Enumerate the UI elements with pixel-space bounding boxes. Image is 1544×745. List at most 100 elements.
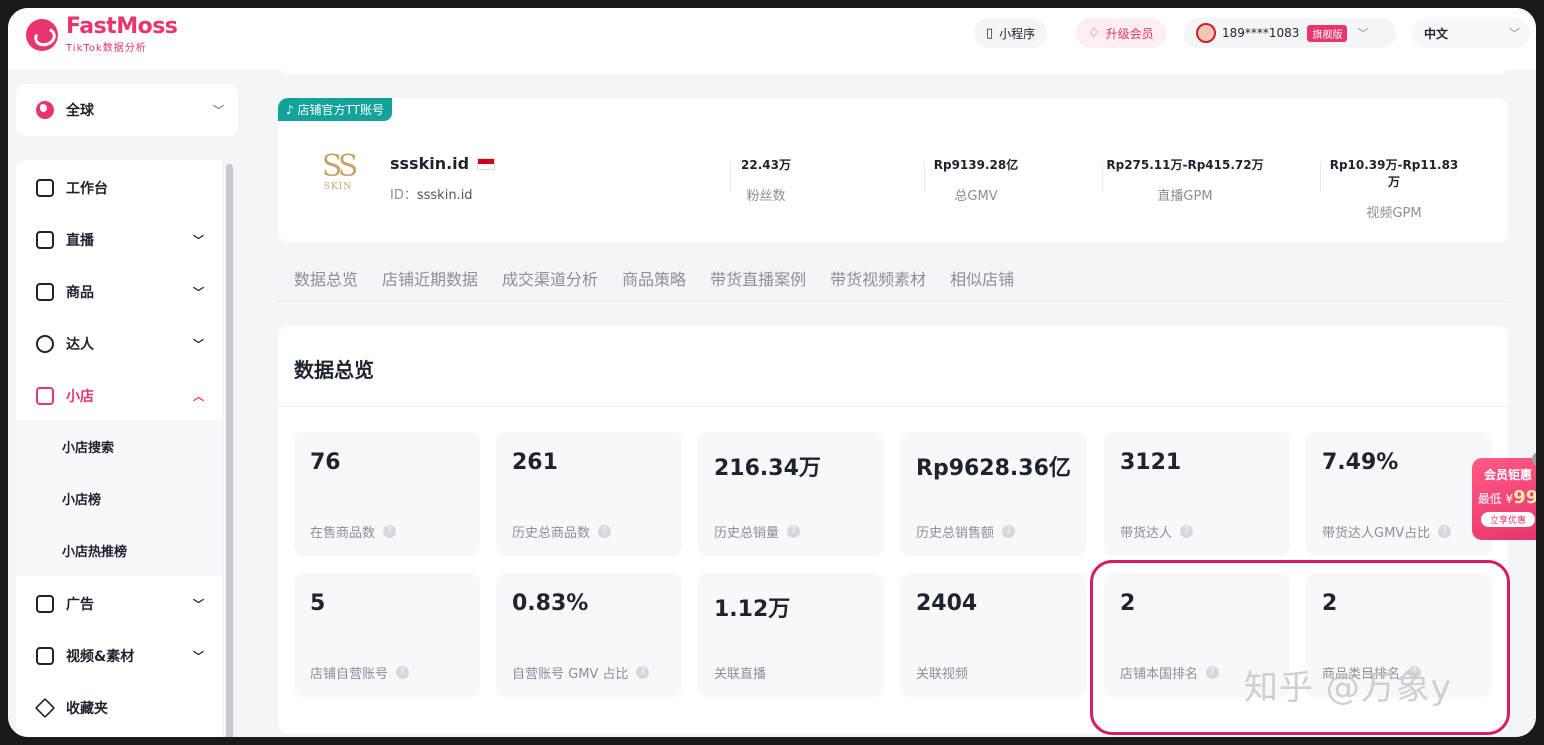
app-name: FastMoss: [66, 14, 178, 39]
metric-value: 261: [512, 450, 558, 475]
metric-label: 历史总商品数: [512, 526, 591, 541]
stat-video-gpm: Rp10.39万-Rp11.83万 视频GPM: [1324, 156, 1464, 221]
mini-program-label: 小程序: [999, 26, 1036, 41]
sidebar-nav: 工作台 直播 ﹀ 商品 ﹀ 达人 ﹀ 小店 ︿ 小店搜索 小店榜 小店热推榜 广…: [16, 160, 222, 737]
official-tt-account-badge[interactable]: ♪ 店铺官方TT账号: [278, 98, 392, 121]
stat-value: Rp10.39万-Rp11.83万: [1329, 158, 1459, 189]
metric-label: 自营账号 GMV 占比: [512, 667, 629, 682]
help-icon[interactable]: ?: [636, 666, 650, 679]
stat-followers: 22.43万 粉丝数: [718, 156, 814, 204]
sidebar-item-label: 视频&素材: [66, 649, 135, 665]
shop-name-text: ssskin.id: [390, 154, 470, 173]
sidebar-item-live[interactable]: 直播 ﹀: [16, 214, 222, 266]
help-icon[interactable]: ?: [383, 525, 397, 538]
tab-channel-analysis[interactable]: 成交渠道分析: [502, 258, 598, 301]
tab-overview[interactable]: 数据总览: [294, 258, 358, 301]
metric-card: 2404 关联视频: [900, 573, 1086, 697]
stat-value: 22.43万: [741, 158, 791, 172]
shop-id-value: ssskin.id: [416, 188, 473, 203]
sidebar-item-favorites[interactable]: 收藏夹: [16, 682, 222, 734]
submenu-item-shop-hot-ranking[interactable]: 小店热推榜: [16, 524, 222, 576]
close-icon[interactable]: ×: [1532, 452, 1536, 466]
chevron-down-icon: ﹀: [193, 286, 204, 299]
sidebar-item-workbench[interactable]: 工作台: [16, 162, 222, 214]
sidebar-item-shops[interactable]: 小店 ︿: [16, 370, 222, 422]
tab-similar-shops[interactable]: 相似店铺: [950, 258, 1014, 301]
mini-program-button[interactable]: ▯ 小程序: [974, 18, 1048, 48]
sidebar-item-label: 广告: [66, 597, 94, 613]
app-logo[interactable]: FastMoss TikTok数据分析: [26, 14, 178, 54]
sidebar-item-videos[interactable]: 视频&素材 ﹀: [16, 630, 222, 682]
section-title: 数据总览: [294, 358, 374, 382]
help-icon[interactable]: ?: [396, 666, 410, 679]
shop-submenu: 小店搜索 小店榜 小店热推榜: [16, 420, 222, 576]
sidebar-item-influencers[interactable]: 达人 ﹀: [16, 318, 222, 370]
region-select[interactable]: 全球 ﹀: [16, 84, 238, 136]
avatar: [1196, 23, 1216, 43]
submenu-item-shop-search[interactable]: 小店搜索: [16, 420, 222, 472]
shop-icon: [36, 387, 54, 405]
stat-label: 视频GPM: [1366, 206, 1422, 221]
promo-cta-button[interactable]: 立享优惠: [1481, 512, 1535, 527]
language-select[interactable]: 中文 ﹀: [1412, 18, 1530, 48]
tiktok-icon: ♪: [286, 103, 294, 117]
metric-value: 76: [310, 450, 341, 475]
metric-value: 2404: [916, 591, 978, 616]
metric-card: 261 历史总商品数?: [496, 432, 682, 556]
sidebar-item-ads[interactable]: 广告 ﹀: [16, 578, 222, 630]
metric-value: 216.34万: [714, 456, 821, 481]
metric-label: 关联直播: [714, 667, 767, 682]
stat-label: 总GMV: [954, 189, 998, 204]
indonesia-flag-icon: [477, 157, 496, 170]
watermark: 知乎 @万象y: [1244, 668, 1452, 708]
tab-product-strategy[interactable]: 商品策略: [622, 258, 686, 301]
chevron-down-icon: ﹀: [1509, 27, 1520, 40]
metric-label: 带货达人: [1120, 526, 1173, 541]
help-icon[interactable]: ?: [1180, 525, 1194, 538]
help-icon[interactable]: ?: [598, 525, 612, 538]
help-icon[interactable]: ?: [787, 525, 801, 538]
sidebar-item-products[interactable]: 商品 ﹀: [16, 266, 222, 318]
submenu-item-label: 小店热推榜: [62, 544, 128, 560]
submenu-item-label: 小店榜: [62, 492, 102, 508]
metric-card: 5 店铺自营账号?: [294, 573, 480, 697]
tab-live-cases[interactable]: 带货直播案例: [710, 258, 806, 301]
metric-label: 带货达人GMV占比: [1322, 526, 1431, 541]
help-icon[interactable]: ?: [1438, 525, 1452, 538]
stat-label: 粉丝数: [746, 189, 786, 204]
shop-id-label: ID：: [390, 188, 417, 203]
metric-card: 7.49% 带货达人GMV占比?: [1306, 432, 1492, 556]
upgrade-label: 升级会员: [1105, 26, 1154, 41]
metric-label: 关联视频: [916, 667, 969, 682]
upgrade-button[interactable]: ♢ 升级会员: [1076, 18, 1166, 48]
stat-value: Rp9139.28亿: [933, 158, 1019, 172]
divider: [924, 162, 925, 192]
metric-label: 历史总销售额: [916, 526, 995, 541]
shop-logo-mark: SS: [321, 149, 359, 184]
shop-id: ID：ssskin.id: [390, 184, 473, 203]
chevron-down-icon: ﹀: [193, 650, 204, 663]
tab-recent-data[interactable]: 店铺近期数据: [382, 258, 478, 301]
submenu-item-shop-ranking[interactable]: 小店榜: [16, 472, 222, 524]
chevron-down-icon: ﹀: [193, 234, 204, 247]
language-label: 中文: [1424, 26, 1449, 41]
promo-price: 99: [1513, 487, 1539, 508]
metric-card: 3121 带货达人?: [1104, 432, 1290, 556]
shop-name[interactable]: ssskin.id: [390, 154, 496, 173]
sidebar-item-label: 小店: [66, 389, 94, 405]
previous-card-edge: [278, 48, 1508, 74]
user-menu[interactable]: 189****1083 旗舰版 ﹀: [1184, 18, 1396, 48]
app-window: FastMoss TikTok数据分析 ▯ 小程序 ♢ 升级会员 189****…: [0, 0, 1544, 745]
chevron-down-icon: ﹀: [193, 598, 204, 611]
shop-logo-sub: SKIN: [323, 182, 353, 192]
star-person-icon: [36, 335, 54, 353]
metric-label: 在售商品数: [310, 526, 376, 541]
app-subtitle: TikTok数据分析: [66, 43, 147, 54]
stat-total-gmv: Rp9139.28亿 总GMV: [918, 156, 1034, 204]
tab-video-materials[interactable]: 带货视频素材: [830, 258, 926, 301]
help-icon[interactable]: ?: [1002, 525, 1016, 538]
member-promo-widget[interactable]: 会员钜惠 最低 ¥99 立享优惠: [1472, 458, 1539, 540]
metric-card: 216.34万 历史总销量?: [698, 432, 884, 556]
home-icon: [36, 179, 54, 197]
sidebar-scrollbar[interactable]: [226, 164, 233, 737]
